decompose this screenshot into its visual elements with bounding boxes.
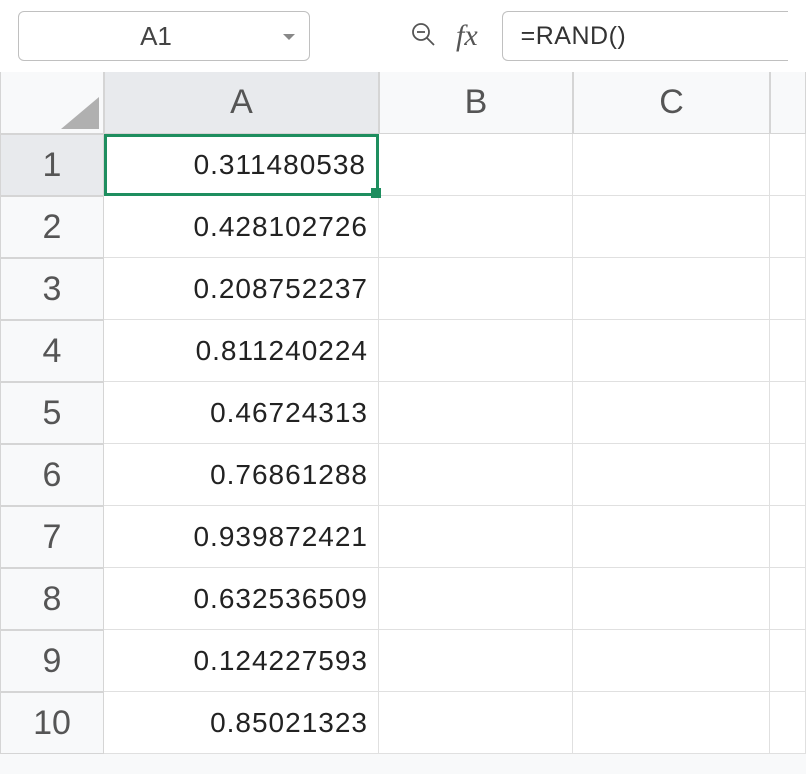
row-header-10[interactable]: 10 bbox=[0, 692, 104, 754]
cell-2[interactable] bbox=[770, 196, 806, 258]
cell-A1[interactable]: 0.311480538 bbox=[104, 134, 379, 196]
cell-9[interactable] bbox=[770, 630, 806, 692]
row-header-4[interactable]: 4 bbox=[0, 320, 104, 382]
cell-C1[interactable] bbox=[573, 134, 770, 196]
cell-A6[interactable]: 0.76861288 bbox=[104, 444, 379, 506]
cell-3[interactable] bbox=[770, 258, 806, 320]
chevron-down-icon[interactable] bbox=[281, 21, 297, 52]
fx-label[interactable]: fx bbox=[456, 19, 478, 53]
cell-C9[interactable] bbox=[573, 630, 770, 692]
cell-C10[interactable] bbox=[573, 692, 770, 754]
cell-A3[interactable]: 0.208752237 bbox=[104, 258, 379, 320]
cell-B5[interactable] bbox=[379, 382, 573, 444]
cell-B4[interactable] bbox=[379, 320, 573, 382]
formula-value: =RAND() bbox=[521, 22, 627, 51]
spreadsheet-grid: A B C 10.31148053820.42810272630.2087522… bbox=[0, 72, 806, 754]
cell-A8[interactable]: 0.632536509 bbox=[104, 568, 379, 630]
col-header-D[interactable] bbox=[770, 72, 806, 134]
cell-A5[interactable]: 0.46724313 bbox=[104, 382, 379, 444]
cell-8[interactable] bbox=[770, 568, 806, 630]
name-box[interactable]: A1 bbox=[18, 11, 310, 61]
cell-1[interactable] bbox=[770, 134, 806, 196]
row-header-7[interactable]: 7 bbox=[0, 506, 104, 568]
cell-C5[interactable] bbox=[573, 382, 770, 444]
cell-B8[interactable] bbox=[379, 568, 573, 630]
cell-7[interactable] bbox=[770, 506, 806, 568]
cell-4[interactable] bbox=[770, 320, 806, 382]
cell-A2[interactable]: 0.428102726 bbox=[104, 196, 379, 258]
cell-C8[interactable] bbox=[573, 568, 770, 630]
cell-B9[interactable] bbox=[379, 630, 573, 692]
cell-B1[interactable] bbox=[379, 134, 573, 196]
row-header-1[interactable]: 1 bbox=[0, 134, 104, 196]
cell-A7[interactable]: 0.939872421 bbox=[104, 506, 379, 568]
cell-A10[interactable]: 0.85021323 bbox=[104, 692, 379, 754]
cell-B2[interactable] bbox=[379, 196, 573, 258]
cell-C2[interactable] bbox=[573, 196, 770, 258]
cell-10[interactable] bbox=[770, 692, 806, 754]
formula-bar: A1 fx =RAND() bbox=[0, 0, 806, 72]
col-header-A[interactable]: A bbox=[104, 72, 379, 134]
select-all-corner[interactable] bbox=[0, 72, 104, 134]
cell-B3[interactable] bbox=[379, 258, 573, 320]
cell-B7[interactable] bbox=[379, 506, 573, 568]
row-header-5[interactable]: 5 bbox=[0, 382, 104, 444]
cell-6[interactable] bbox=[770, 444, 806, 506]
cell-C6[interactable] bbox=[573, 444, 770, 506]
row-header-3[interactable]: 3 bbox=[0, 258, 104, 320]
zoom-out-icon[interactable] bbox=[410, 21, 436, 52]
name-box-value: A1 bbox=[31, 21, 281, 52]
cell-A9[interactable]: 0.124227593 bbox=[104, 630, 379, 692]
cell-B6[interactable] bbox=[379, 444, 573, 506]
formula-input[interactable]: =RAND() bbox=[502, 11, 788, 61]
cell-5[interactable] bbox=[770, 382, 806, 444]
row-header-8[interactable]: 8 bbox=[0, 568, 104, 630]
cell-C3[interactable] bbox=[573, 258, 770, 320]
row-header-2[interactable]: 2 bbox=[0, 196, 104, 258]
cell-C7[interactable] bbox=[573, 506, 770, 568]
cell-A4[interactable]: 0.811240224 bbox=[104, 320, 379, 382]
col-header-B[interactable]: B bbox=[379, 72, 573, 134]
cell-B10[interactable] bbox=[379, 692, 573, 754]
row-header-9[interactable]: 9 bbox=[0, 630, 104, 692]
col-header-C[interactable]: C bbox=[573, 72, 770, 134]
corner-triangle-icon bbox=[61, 97, 99, 129]
cell-C4[interactable] bbox=[573, 320, 770, 382]
row-header-6[interactable]: 6 bbox=[0, 444, 104, 506]
